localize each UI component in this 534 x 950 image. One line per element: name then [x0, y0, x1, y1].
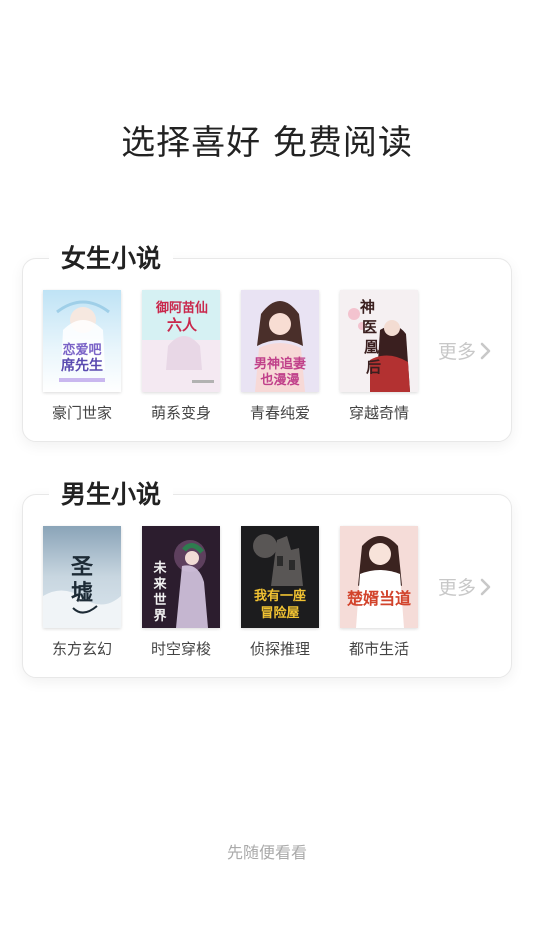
svg-text:医: 医 [362, 318, 377, 336]
svg-text:冒险屋: 冒险屋 [260, 605, 299, 621]
section-title: 男生小说 [49, 475, 174, 515]
svg-text:御阿苗仙: 御阿苗仙 [155, 300, 208, 316]
svg-text:六人: 六人 [167, 316, 198, 334]
svg-text:席先生: 席先生 [61, 357, 103, 374]
section-male-novels: 男生小说 圣 墟 东方玄幻 未 来 世 界 时空穿梭 我有一座 冒险屋 侦探推理… [22, 475, 512, 678]
book-cover-image[interactable]: 圣 墟 [43, 526, 121, 628]
svg-text:界: 界 [153, 608, 166, 624]
browse-casually-link[interactable]: 先随便看看 [0, 841, 534, 865]
section-title: 女生小说 [49, 239, 174, 279]
book-genre-label: 东方玄幻 [51, 640, 112, 658]
book-genre-label: 侦探推理 [249, 640, 310, 658]
svg-text:楚婿当道: 楚婿当道 [347, 589, 411, 608]
book-genre-label: 豪门世家 [51, 404, 112, 422]
book-list: 圣 墟 东方玄幻 未 来 世 界 时空穿梭 我有一座 冒险屋 侦探推理 楚婿当道… [43, 526, 439, 659]
more-label: 更多 [437, 341, 476, 363]
more-button[interactable]: 更多 [438, 337, 491, 364]
page-headline: 选择喜好 免费阅读 [121, 123, 413, 163]
svg-text:男神追妻: 男神追妻 [254, 356, 306, 372]
svg-text:我有一座: 我有一座 [254, 588, 306, 604]
section-female-novels: 女生小说 恋爱吧 席先生 豪门世家 御阿苗仙 六人 萌系变身 男神追妻 也漫漫 … [22, 239, 512, 442]
book-item-mengxi[interactable]: 御阿苗仙 六人 萌系变身 [142, 290, 220, 423]
svg-text:未: 未 [152, 560, 167, 576]
chevron-right-icon [480, 578, 491, 595]
svg-text:来: 来 [152, 576, 167, 592]
svg-text:也漫漫: 也漫漫 [260, 372, 299, 388]
svg-text:凰: 凰 [364, 338, 379, 356]
book-cover-image[interactable]: 楚婿当道 [340, 526, 418, 628]
book-genre-label: 萌系变身 [150, 404, 211, 422]
book-item-haomen[interactable]: 恋爱吧 席先生 豪门世家 [43, 290, 121, 423]
book-genre-label: 穿越奇情 [348, 404, 409, 422]
book-genre-label: 时空穿梭 [150, 640, 211, 658]
more-label: 更多 [437, 577, 476, 599]
book-genre-label: 青春纯爱 [249, 404, 310, 422]
preference-page: 选择喜好 免费阅读 女生小说 恋爱吧 席先生 豪门世家 御阿苗仙 六人 萌系变身… [0, 0, 534, 950]
book-cover-image[interactable]: 恋爱吧 席先生 [43, 290, 121, 392]
book-cover-image[interactable]: 我有一座 冒险屋 [241, 526, 319, 628]
book-item-xuanhuan[interactable]: 圣 墟 东方玄幻 [43, 526, 121, 659]
book-cover-image[interactable]: 御阿苗仙 六人 [142, 290, 220, 392]
book-cover-image[interactable]: 神 医 凰 后 [340, 290, 418, 392]
more-button[interactable]: 更多 [438, 573, 491, 600]
book-item-shikong[interactable]: 未 来 世 界 时空穿梭 [142, 526, 220, 659]
svg-text:后: 后 [366, 358, 381, 376]
svg-text:神: 神 [360, 298, 375, 316]
book-item-chuanyue[interactable]: 神 医 凰 后 穿越奇情 [340, 290, 418, 423]
book-genre-label: 都市生活 [348, 640, 409, 658]
svg-text:世: 世 [153, 592, 166, 608]
book-item-zhentan[interactable]: 我有一座 冒险屋 侦探推理 [241, 526, 319, 659]
svg-text:圣: 圣 [71, 554, 94, 580]
svg-text:恋爱吧: 恋爱吧 [62, 342, 101, 358]
book-cover-image[interactable]: 未 来 世 界 [142, 526, 220, 628]
book-list: 恋爱吧 席先生 豪门世家 御阿苗仙 六人 萌系变身 男神追妻 也漫漫 青春纯爱 … [43, 290, 439, 423]
chevron-right-icon [480, 342, 491, 359]
svg-text:墟: 墟 [71, 580, 93, 606]
book-item-dushi[interactable]: 楚婿当道 都市生活 [340, 526, 418, 659]
book-item-qingchun[interactable]: 男神追妻 也漫漫 青春纯爱 [241, 290, 319, 423]
book-cover-image[interactable]: 男神追妻 也漫漫 [241, 290, 319, 392]
